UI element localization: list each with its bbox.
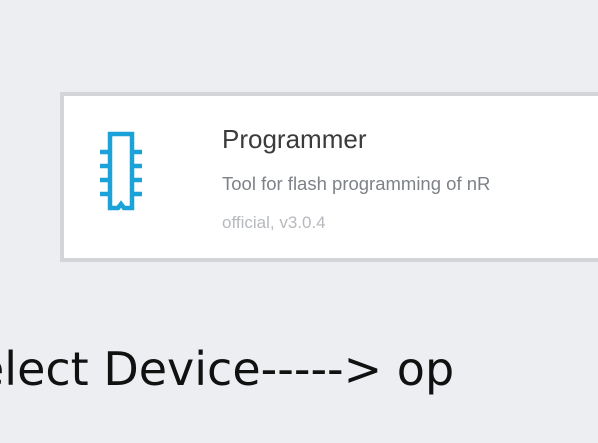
app-name: Programmer bbox=[222, 124, 367, 154]
app-version-meta: official, v3.0.4 bbox=[222, 213, 326, 232]
instruction-caption: elect Device-----> op bbox=[0, 342, 455, 396]
app-description: Tool for flash programming of nR bbox=[222, 173, 491, 194]
chip-icon bbox=[100, 130, 142, 212]
app-card-programmer[interactable]: Programmer Tool for flash programming of… bbox=[60, 92, 598, 262]
